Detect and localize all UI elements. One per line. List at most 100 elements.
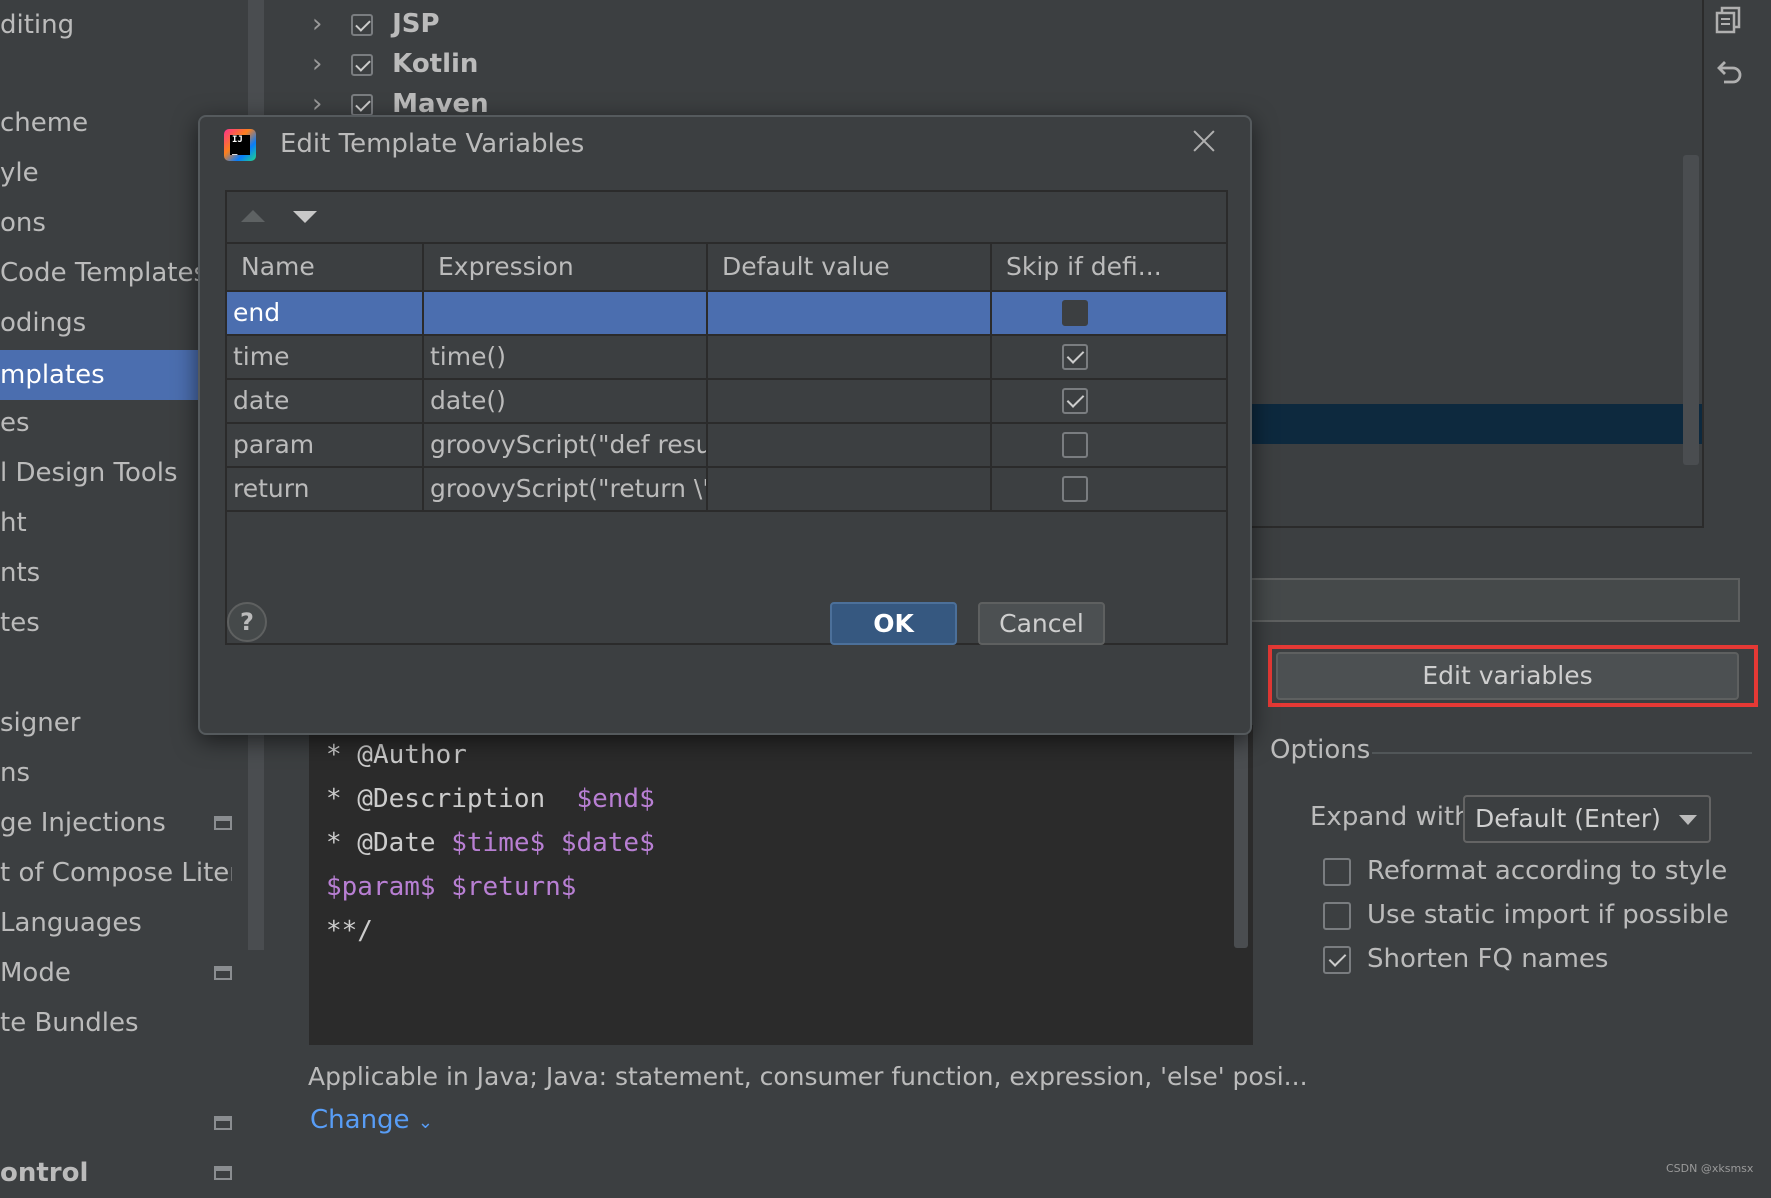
sidebar-item[interactable]: Languages (0, 898, 142, 948)
project-scope-icon (214, 1166, 232, 1180)
edit-variables-button[interactable]: Edit variables (1276, 652, 1739, 700)
cell-name[interactable]: end (227, 292, 424, 334)
template-variable: $return$ (451, 872, 577, 902)
tree-checkbox[interactable] (351, 53, 374, 76)
cell-default-value[interactable] (708, 336, 992, 378)
sidebar-item[interactable]: es (0, 398, 30, 448)
editor-scrollbar[interactable] (1234, 726, 1248, 948)
template-variable: $end$ (576, 784, 655, 814)
template-variable: $date$ (560, 828, 655, 858)
reformat-checkbox[interactable] (1323, 857, 1351, 886)
static-import-checkbox-row[interactable]: Use static import if possible (1323, 893, 1729, 937)
sidebar-item[interactable]: ht (0, 498, 27, 548)
move-up-icon[interactable] (241, 210, 265, 222)
cell-name[interactable]: time (227, 336, 424, 378)
tree-row-jsp[interactable]: › JSP (312, 4, 440, 44)
table-row[interactable]: time time() (227, 336, 1226, 380)
sidebar-item[interactable]: tes (0, 598, 40, 648)
sidebar-item[interactable]: te Bundles (0, 998, 139, 1048)
table-row[interactable]: date date() (227, 380, 1226, 424)
description-field[interactable] (1250, 578, 1740, 622)
shorten-fq-checkbox[interactable] (1323, 945, 1351, 974)
table-row[interactable]: end (227, 292, 1226, 336)
options-title: Options (1270, 735, 1371, 765)
cell-default-value[interactable] (708, 424, 992, 466)
sidebar-item[interactable]: l Design Tools (0, 448, 178, 498)
ok-button[interactable]: OK (830, 602, 957, 645)
move-down-icon[interactable] (293, 211, 317, 223)
table-header: Name Expression Default value Skip if de… (227, 244, 1226, 292)
tree-row-kotlin[interactable]: › Kotlin (312, 44, 478, 84)
project-scope-icon (214, 1116, 232, 1130)
cell-skip (992, 292, 1226, 334)
cancel-button[interactable]: Cancel (978, 602, 1105, 645)
sidebar-item-code-templates[interactable]: Code Templates (0, 248, 207, 298)
cell-expression[interactable]: date() (424, 380, 708, 422)
cell-skip (992, 424, 1226, 466)
column-header-skip-if-defined[interactable]: Skip if defi... (992, 244, 1226, 290)
cell-default-value[interactable] (708, 468, 992, 510)
cell-name[interactable]: date (227, 380, 424, 422)
change-contexts-link[interactable]: Change ⌄ (310, 1105, 433, 1135)
static-import-checkbox[interactable] (1323, 901, 1351, 930)
column-header-name[interactable]: Name (227, 244, 424, 290)
tree-scrollbar[interactable] (1683, 155, 1699, 465)
skip-checkbox[interactable] (1062, 432, 1088, 458)
chevron-down-icon: ⌄ (417, 1112, 433, 1133)
sidebar-item[interactable]: odings (0, 298, 86, 348)
column-header-expression[interactable]: Expression (424, 244, 708, 290)
skip-checkbox[interactable] (1062, 388, 1088, 414)
sidebar-item[interactable]: signer (0, 698, 80, 748)
sidebar-item[interactable]: ns (0, 748, 30, 798)
expand-with-select[interactable]: Default (Enter) (1463, 795, 1711, 843)
sidebar-item-live-templates[interactable]: mplates (0, 350, 200, 400)
chevron-right-icon[interactable]: › (312, 4, 342, 44)
sidebar-item[interactable]: Mode (0, 948, 71, 998)
edit-template-variables-dialog: IJ _ Edit Template Variables Name Express… (198, 115, 1252, 735)
cell-skip (992, 468, 1226, 510)
reformat-checkbox-row[interactable]: Reformat according to style (1323, 849, 1727, 893)
project-scope-icon (214, 966, 232, 980)
chevron-right-icon[interactable]: › (312, 44, 342, 84)
dialog-title: Edit Template Variables (280, 129, 585, 159)
sidebar-item[interactable]: diting (0, 0, 74, 50)
sidebar-item[interactable]: yle (0, 148, 39, 198)
table-row[interactable]: return groovyScript("return \"... (227, 468, 1226, 512)
table-row[interactable]: param groovyScript("def result... (227, 424, 1226, 468)
skip-checkbox[interactable] (1062, 476, 1088, 502)
cell-expression[interactable]: time() (424, 336, 708, 378)
cell-default-value[interactable] (708, 292, 992, 334)
sidebar-item[interactable]: nts (0, 548, 40, 598)
cell-expression[interactable] (424, 292, 708, 334)
tree-checkbox[interactable] (351, 93, 374, 116)
skip-checkbox[interactable] (1062, 300, 1088, 326)
variables-table: Name Expression Default value Skip if de… (225, 190, 1228, 645)
tree-selected-row[interactable] (1250, 404, 1702, 444)
cell-name[interactable]: return (227, 468, 424, 510)
sidebar-item[interactable]: cheme (0, 98, 88, 148)
skip-checkbox[interactable] (1062, 344, 1088, 370)
intellij-logo-icon: IJ _ (224, 129, 256, 161)
project-scope-icon (214, 816, 232, 830)
tree-panel-border (1702, 0, 1704, 528)
template-variable: $param$ (326, 872, 436, 902)
sidebar-item[interactable]: t of Compose Literal: (0, 848, 232, 898)
sidebar-item-version-control[interactable]: ontrol (0, 1148, 88, 1198)
dropdown-arrow-icon (1679, 815, 1697, 825)
copy-icon[interactable] (1714, 6, 1742, 34)
cell-default-value[interactable] (708, 380, 992, 422)
cell-name[interactable]: param (227, 424, 424, 466)
help-button[interactable]: ? (227, 602, 267, 642)
sidebar-item[interactable]: ge Injections (0, 798, 166, 848)
shorten-fq-checkbox-row[interactable]: Shorten FQ names (1323, 937, 1608, 981)
tree-checkbox[interactable] (351, 13, 374, 36)
close-icon[interactable] (1190, 127, 1218, 155)
code-line: $param$ $return$ (326, 872, 576, 902)
undo-icon[interactable] (1714, 58, 1744, 88)
code-line: * @Author (326, 740, 467, 770)
cell-expression[interactable]: groovyScript("return \"... (424, 468, 708, 510)
sidebar-item[interactable]: ons (0, 198, 46, 248)
table-toolbar (227, 192, 1226, 244)
cell-expression[interactable]: groovyScript("def result... (424, 424, 708, 466)
column-header-default-value[interactable]: Default value (708, 244, 992, 290)
